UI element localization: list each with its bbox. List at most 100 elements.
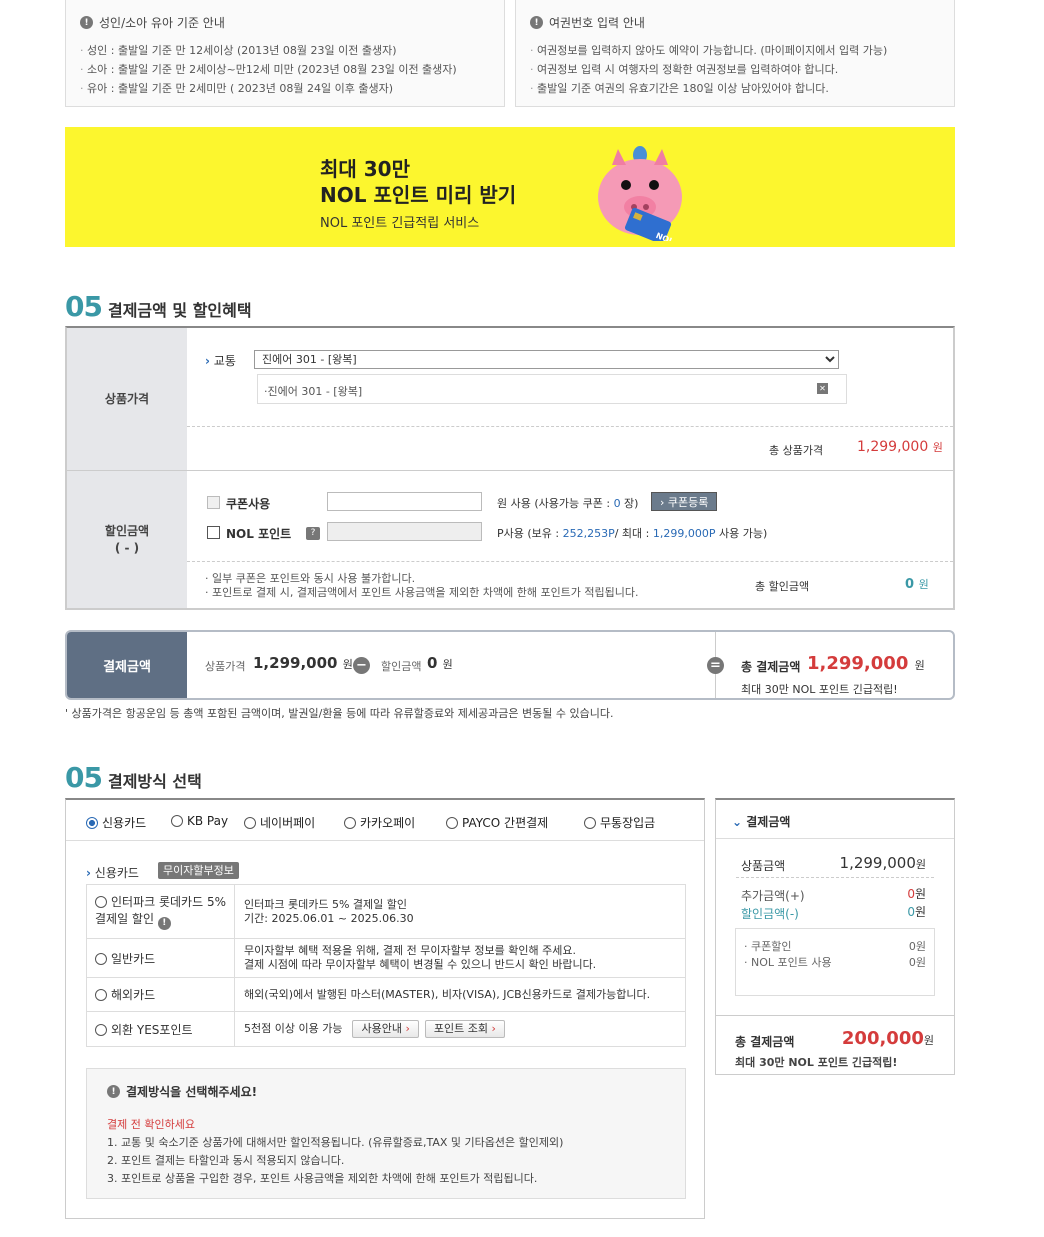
equals-icon: =	[707, 657, 724, 674]
info-icon: !	[107, 1085, 120, 1098]
total-discount-value: 0 원	[905, 577, 929, 592]
info-icon: !	[530, 16, 543, 29]
age-info-line: 유아 : 출발일 기준 만 2세미만 ( 2023년 08월 24일 이후 출생…	[80, 79, 490, 98]
coupon-label: 쿠폰사용	[226, 497, 271, 511]
point-inquiry-button[interactable]: 포인트 조회 ›	[424, 1020, 505, 1038]
tab-bank-transfer[interactable]: 무통장입금	[584, 814, 655, 831]
price-table: 상품가격 › 교통 진에어 301 - [왕복] ·진에어 301 - [왕복]…	[65, 326, 955, 610]
info-icon: !	[80, 16, 93, 29]
summary-total-label: 총 결제금액	[735, 1035, 795, 1049]
summary-nol-row: · NOL 포인트 사용 0원	[744, 956, 926, 969]
age-info-title: ! 성인/소아 유아 기준 안내	[80, 14, 490, 31]
summary-extra-label: 추가금액(+)	[741, 889, 805, 903]
age-info-line: 성인 : 출발일 기준 만 12세이상 (2013년 08월 23일 이전 출생…	[80, 41, 490, 60]
usage-guide-button[interactable]: 사용안내 ›	[352, 1020, 419, 1038]
radio-icon	[446, 817, 458, 829]
note-red: 결제 전 확인하세요	[107, 1118, 195, 1131]
summary-detail-box: · 쿠폰할인 0원 · NOL 포인트 사용 0원	[735, 928, 935, 996]
total-product-value: 1,299,000 원	[857, 439, 943, 455]
section-price-header: 05 결제금액 및 할인혜택	[65, 290, 252, 323]
help-icon[interactable]: ?	[306, 527, 320, 540]
summary-title: ⌄ 결제금액	[732, 815, 791, 829]
age-info-line: 소아 : 출발일 기준 만 2세이상~만12세 미만 (2023년 08월 23…	[80, 60, 490, 79]
arrow-icon: ›	[205, 354, 210, 368]
bar-discount-label: 할인금액	[381, 660, 422, 673]
card-option-yes-point[interactable]: 외환 YES포인트	[86, 1011, 235, 1047]
bar-total-sub: 최대 30만 NOL 포인트 긴급적립!	[741, 683, 898, 696]
transport-selected-item: ·진에어 301 - [왕복] ✕	[257, 374, 847, 404]
card-option-lotte[interactable]: 인터파크 롯데카드 5% 결제일 할인 !	[86, 884, 235, 939]
summary-coupon-row: · 쿠폰할인 0원	[744, 940, 926, 953]
summary-extra-value: 0원	[907, 887, 926, 901]
arrow-icon: ›	[86, 866, 91, 880]
discount-notes: · 일부 쿠폰은 포인트와 동시 사용 불가합니다. · 포인트로 결제 시, …	[205, 572, 639, 600]
radio-icon	[171, 815, 183, 827]
tab-payco[interactable]: PAYCO 간편결제	[446, 814, 548, 831]
bar-product-label: 상품가격	[205, 660, 246, 673]
nol-point-label: NOL 포인트	[226, 527, 292, 541]
tab-naver-pay[interactable]: 네이버페이	[244, 814, 315, 831]
price-footnote: ' 상품가격은 항공운임 등 총액 포함된 금액이며, 발권일/환율 등에 따라…	[65, 707, 614, 720]
minus-icon: −	[353, 657, 370, 674]
nol-point-input[interactable]	[327, 522, 482, 541]
bar-product-value: 1,299,000 원	[253, 654, 353, 672]
summary-discount-label: 할인금액(-)	[741, 907, 799, 921]
total-product-label: 총 상품가격	[769, 444, 824, 457]
table-row: 일반카드 무이자할부 혜택 적용을 위해, 결제 전 무이자할부 정보를 확인해…	[86, 938, 686, 978]
remove-icon[interactable]: ✕	[817, 383, 828, 394]
bar-total-label: 총 결제금액	[741, 660, 801, 674]
installment-info-button[interactable]: 무이자할부정보	[158, 862, 239, 879]
card-table: 인터파크 롯데카드 5% 결제일 할인 ! 인터파크 롯데카드 5% 결제일 할…	[86, 884, 686, 1047]
coupon-input[interactable]	[327, 492, 482, 511]
payment-amount-bar: 결제금액 상품가격 1,299,000 원 − 할인금액 0 원 = 총 결제금…	[65, 630, 955, 700]
age-info-box: !성인/소아 유아 기준 안내 성인 : 출발일 기준 만 12세이상 (201…	[65, 0, 505, 107]
payment-method-box: 신용카드 KB Pay 네이버페이 카카오페이 PAYCO 간편결제 무통장입금…	[65, 798, 705, 1219]
total-discount-label: 총 할인금액	[755, 580, 810, 593]
credit-card-label: › 신용카드	[86, 866, 139, 880]
radio-icon	[86, 817, 98, 829]
banner-line1: 최대 30만	[320, 157, 410, 181]
section-method-header: 05 결제방식 선택	[65, 761, 202, 794]
passport-info-title: ! 여권번호 입력 안내	[530, 14, 940, 31]
table-row: 외환 YES포인트 5천점 이상 이용 가능 사용안내 › 포인트 조회 ›	[86, 1011, 686, 1047]
summary-product-value: 1,299,000원	[839, 854, 926, 872]
note-title: ! 결제방식을 선택해주세요!	[107, 1083, 665, 1100]
piggy-bank-icon: NOL	[598, 146, 682, 241]
product-price-label: 상품가격	[67, 328, 187, 470]
nol-point-checkbox[interactable]	[207, 526, 220, 539]
coupon-checkbox[interactable]	[207, 496, 220, 509]
transport-select[interactable]: 진에어 301 - [왕복]	[254, 350, 839, 369]
tab-credit-card[interactable]: 신용카드	[86, 814, 146, 831]
banner-line3: NOL 포인트 긴급적립 서비스	[320, 216, 480, 231]
summary-discount-value: 0원	[907, 905, 926, 919]
coupon-info: 원 사용 (사용가능 쿠폰 : 0 장)	[497, 497, 639, 510]
bar-total-value: 1,299,000 원	[807, 653, 925, 674]
summary-total-sub: 최대 30만 NOL 포인트 긴급적립!	[735, 1056, 898, 1069]
transport-label: › 교통	[205, 354, 236, 368]
table-row: 인터파크 롯데카드 5% 결제일 할인 ! 인터파크 롯데카드 5% 결제일 할…	[86, 884, 686, 939]
card-option-general[interactable]: 일반카드	[86, 938, 235, 978]
discount-note: · 일부 쿠폰은 포인트와 동시 사용 불가합니다.	[205, 572, 416, 585]
passport-info-line: 여권정보 입력 시 여행자의 정확한 여권정보를 입력하여야 합니다.	[530, 60, 940, 79]
passport-info-box: !여권번호 입력 안내 여권정보를 입력하지 않아도 예약이 가능합니다. (마…	[515, 0, 955, 107]
radio-icon	[344, 817, 356, 829]
card-option-foreign[interactable]: 해외카드	[86, 977, 235, 1012]
passport-info-line: 여권정보를 입력하지 않아도 예약이 가능합니다. (마이페이지에서 입력 가능…	[530, 41, 940, 60]
table-row: 해외카드 해외(국외)에서 발행된 마스터(MASTER), 비자(VISA),…	[86, 977, 686, 1012]
nol-point-banner[interactable]: 최대 30만 NOL 포인트 미리 받기 NOL 포인트 긴급적립 서비스 NO…	[65, 127, 955, 247]
payment-summary-box: ⌄ 결제금액 상품금액 1,299,000원 추가금액(+) 0원 할인금액(-…	[715, 798, 955, 1075]
note-lines: 1. 교통 및 숙소기준 상품가에 대해서만 할인적용됩니다. (유류할증료,T…	[107, 1136, 564, 1185]
payment-amount-label: 결제금액	[67, 632, 187, 698]
radio-icon	[584, 817, 596, 829]
tab-kakao-pay[interactable]: 카카오페이	[344, 814, 415, 831]
discount-note: · 포인트로 결제 시, 결제금액에서 포인트 사용금액을 제외한 차액에 한해…	[205, 586, 639, 599]
banner-line2: NOL 포인트 미리 받기	[320, 183, 517, 207]
chevron-down-icon: ⌄	[732, 815, 743, 829]
passport-info-line: 출발일 기준 여권의 유효기간은 180일 이상 남아있어야 합니다.	[530, 79, 940, 98]
radio-icon	[244, 817, 256, 829]
info-icon: !	[157, 916, 171, 930]
coupon-register-button[interactable]: › 쿠폰등록	[651, 492, 718, 511]
summary-total-value: 200,000원	[841, 1028, 934, 1049]
discount-label: 할인금액( - )	[67, 471, 187, 608]
tab-kb-pay[interactable]: KB Pay	[171, 814, 228, 828]
